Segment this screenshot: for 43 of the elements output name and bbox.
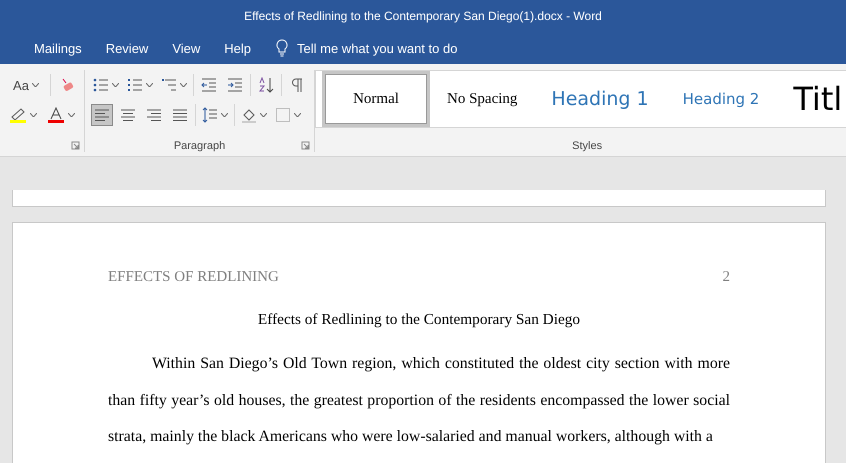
caret-icon [32, 83, 39, 87]
group-label: Styles [572, 140, 602, 154]
caret-icon [112, 83, 119, 87]
caret-icon [146, 83, 153, 87]
borders-icon [275, 107, 291, 123]
caret-icon [180, 83, 187, 87]
font-color-icon [47, 107, 65, 123]
group-label: Paragraph [174, 140, 226, 152]
caret-icon [294, 113, 301, 117]
increase-indent-icon [227, 77, 243, 93]
ribbon-tab[interactable]: Mailings [26, 36, 90, 60]
caret-icon [221, 113, 228, 117]
change-case-button[interactable]: Aa [6, 74, 46, 96]
caret-icon [68, 113, 75, 117]
caret-icon [260, 113, 267, 117]
decrease-indent-icon [201, 77, 217, 93]
align-icon [94, 107, 110, 123]
page-number: 2 [722, 269, 730, 286]
multilevel-list-icon [161, 77, 177, 93]
ribbon-tab[interactable]: Review [98, 36, 156, 60]
document-title: Effects of Redlining to the Contemporary San Diego [256, 311, 582, 329]
running-header: EFFECTS OF REDLINING [108, 269, 279, 286]
dialog-launcher-icon[interactable] [71, 141, 80, 150]
window-title: Effects of Redlining to the Contemporary San Diego(1).docx - Word [244, 9, 602, 23]
caret-icon [30, 113, 37, 117]
align-icon [172, 107, 188, 123]
numbered-list-icon [127, 77, 143, 93]
pilcrow-icon [289, 77, 305, 93]
sort-icon [258, 77, 274, 93]
body-paragraph: Within San Diego’s Old Town region, which constituted the oldest city section with more than fifty year’s old houses, the greatest proportion of the residents encompassed the lower social strata, mainly the black Americans who were low-salaried and manual workers, although with a [108, 354, 730, 447]
tell-me-field[interactable]: Tell me what you want to do [297, 40, 458, 56]
bullet-list-icon [93, 77, 109, 93]
line-spacing-icon [202, 107, 218, 123]
paint-bucket-icon [241, 107, 257, 123]
style-item[interactable]: Normal [322, 71, 430, 127]
align-icon [120, 107, 136, 123]
ribbon-tab[interactable]: View [164, 36, 208, 60]
align-button[interactable] [91, 104, 113, 126]
ribbon-tab[interactable]: Help [216, 36, 260, 60]
align-icon [146, 107, 162, 123]
dialog-launcher-icon[interactable] [301, 141, 310, 150]
lightbulb-icon [275, 39, 290, 57]
highlighter-icon [9, 107, 27, 123]
